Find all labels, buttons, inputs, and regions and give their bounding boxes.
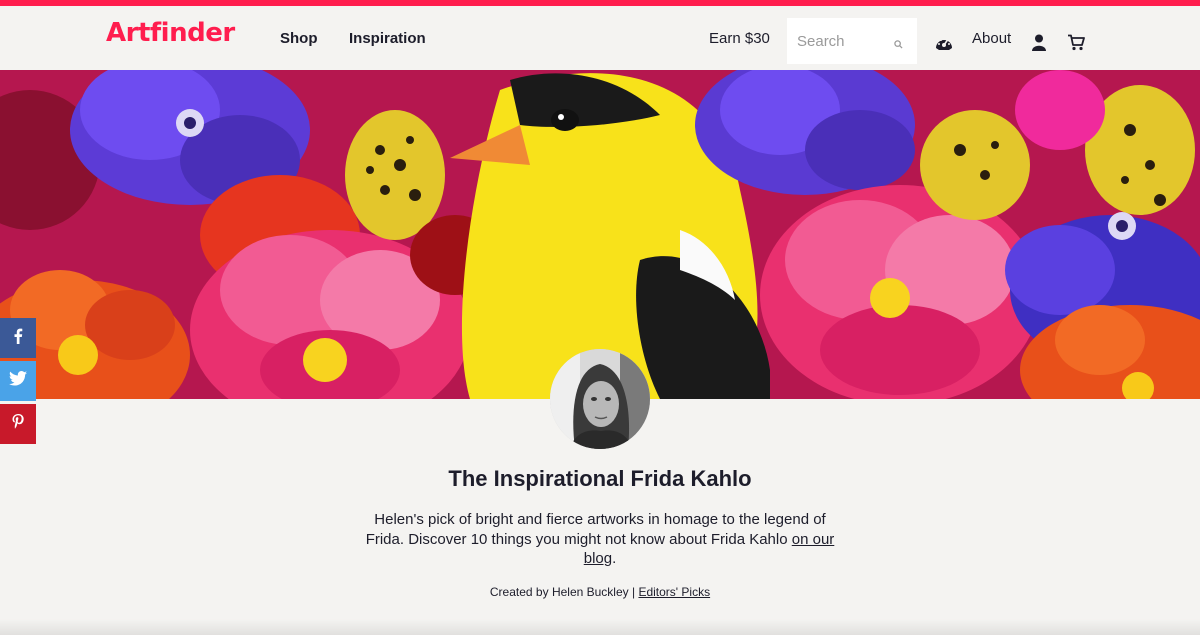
twitter-share-button[interactable] — [0, 361, 36, 401]
facebook-icon — [13, 328, 23, 349]
artfinder-logo[interactable]: Artfinder — [106, 18, 235, 48]
search-input[interactable] — [797, 32, 893, 50]
facebook-share-button[interactable] — [0, 318, 36, 358]
editors-picks-link[interactable]: Editors' Picks — [638, 585, 710, 599]
pinterest-share-button[interactable] — [0, 404, 36, 444]
nav-shop[interactable]: Shop — [280, 30, 318, 47]
curator-avatar[interactable] — [550, 349, 650, 449]
site-header: Artfinder Shop Inspiration Earn $30 Abou… — [0, 6, 1200, 70]
bottom-fade — [0, 619, 1200, 635]
created-by-prefix: Created by — [489, 585, 552, 599]
twitter-icon — [9, 371, 27, 391]
collection-description: Helen's pick of bright and fierce artwor… — [360, 510, 840, 569]
search-icon[interactable] — [894, 36, 903, 54]
user-icon[interactable] — [1031, 34, 1047, 56]
credit-separator: | — [628, 585, 639, 599]
nav-inspiration[interactable]: Inspiration — [349, 30, 426, 47]
nav-about[interactable]: About — [972, 30, 1011, 47]
pinterest-icon — [12, 414, 24, 434]
description-end: . — [612, 550, 617, 567]
collection-title: The Inspirational Frida Kahlo — [448, 466, 752, 491]
search-box — [787, 18, 917, 64]
cart-icon[interactable] — [1067, 34, 1085, 56]
description-text: Helen's pick of bright and fierce artwor… — [365, 511, 826, 548]
creator-name: Helen Buckley — [551, 585, 629, 599]
earn-link[interactable]: Earn $30 — [709, 30, 770, 47]
collection-credit: Created by Helen Buckley | Editors' Pick… — [0, 585, 1200, 599]
dashboard-icon[interactable] — [935, 35, 953, 56]
